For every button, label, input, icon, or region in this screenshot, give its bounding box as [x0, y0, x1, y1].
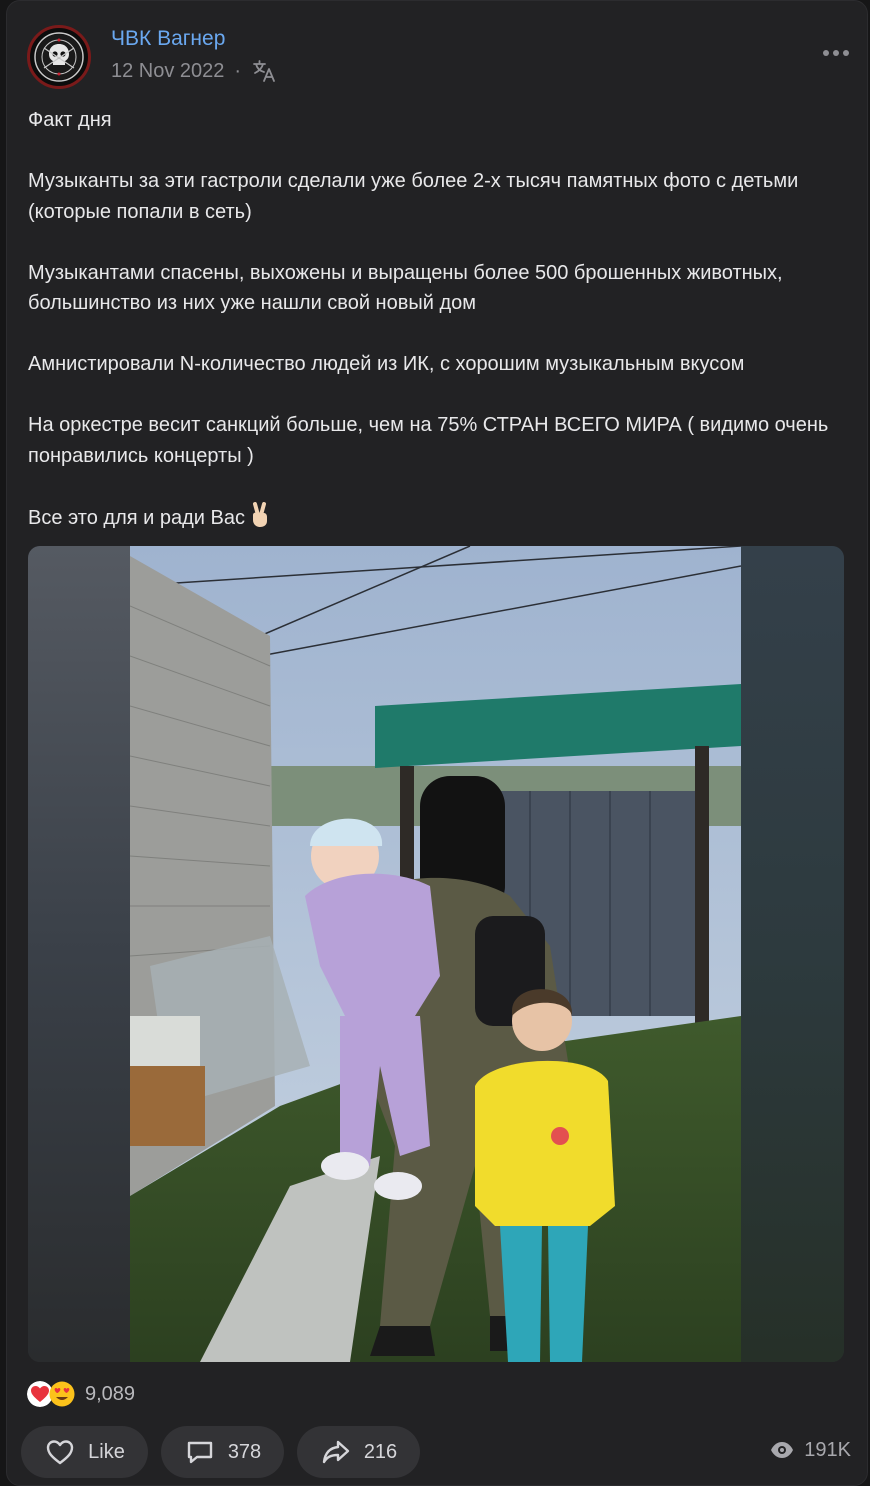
post-paragraph: На оркестре весит санкций больше, чем на… — [28, 414, 829, 467]
shares-count: 216 — [363, 1440, 398, 1463]
post-card: ЧВК Вагнер 12 Nov 2022 · Факт дня Музыка… — [6, 0, 868, 1486]
photo-blur-right — [741, 546, 844, 1362]
comments-count: 378 — [227, 1440, 262, 1463]
post-paragraph: Амнистировали N-количество людей из ИК, … — [28, 353, 745, 375]
victory-hand-icon — [252, 501, 267, 527]
channel-avatar[interactable] — [27, 25, 91, 89]
heart-eyes-face-icon — [49, 1381, 75, 1407]
translate-icon[interactable] — [251, 58, 277, 84]
eye-icon — [771, 1442, 794, 1458]
post-photo[interactable] — [28, 546, 844, 1362]
more-options-icon[interactable] — [821, 47, 851, 59]
reactions-count: 9,089 — [85, 1382, 136, 1405]
like-label: Like — [88, 1440, 125, 1463]
views-count: 191K — [804, 1438, 851, 1461]
post-paragraph-last: Все это для и ради Вас — [28, 501, 848, 534]
post-date[interactable]: 12 Nov 2022 — [111, 60, 224, 83]
photo-blur-left — [28, 546, 130, 1362]
channel-name[interactable]: ЧВК Вагнер — [111, 27, 225, 51]
skull-logo-icon — [34, 32, 84, 82]
views-counter: 191K — [770, 1438, 851, 1462]
post-paragraph: Факт дня — [28, 109, 112, 131]
photo-image — [130, 546, 741, 1362]
post-header: ЧВК Вагнер 12 Nov 2022 · — [27, 25, 857, 89]
action-bar: Like 378 216 191K — [21, 1426, 851, 1478]
post-paragraph: Музыкантами спасены, выхожены и выращены… — [28, 261, 783, 315]
share-arrow-icon — [322, 1440, 350, 1464]
heart-outline-icon — [46, 1440, 74, 1465]
like-button[interactable]: Like — [21, 1426, 148, 1478]
comments-button[interactable]: 378 — [161, 1426, 284, 1478]
post-paragraph: Музыканты за эти гастроли сделали уже бо… — [28, 170, 799, 223]
comment-icon — [187, 1441, 213, 1464]
post-paragraph: Все это для и ради Вас — [28, 506, 245, 529]
share-button[interactable]: 216 — [297, 1426, 420, 1478]
reactions-bar[interactable]: 9,089 — [27, 1381, 135, 1407]
meta-separator: · — [234, 59, 242, 82]
post-text: Факт дня Музыканты за эти гастроли сдела… — [28, 105, 848, 533]
post-meta: 12 Nov 2022 · — [111, 58, 277, 84]
